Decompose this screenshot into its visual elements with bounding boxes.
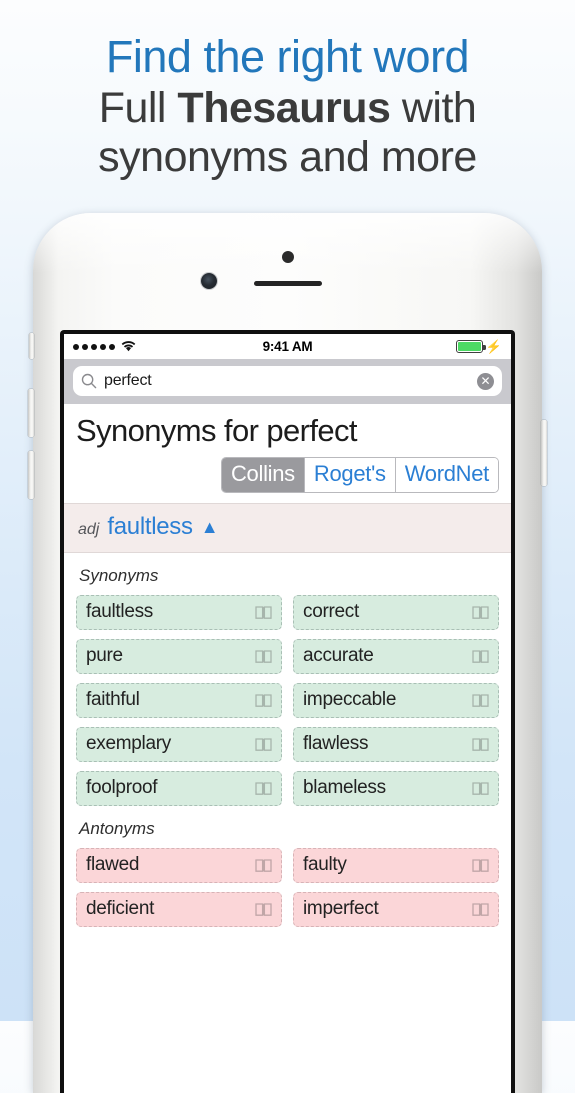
book-icon[interactable]: [255, 649, 272, 664]
front-camera-icon: [201, 273, 217, 289]
chip-label: blameless: [303, 777, 386, 799]
sense-headword: faultless: [107, 512, 193, 540]
book-icon[interactable]: [472, 858, 489, 873]
silent-switch-button[interactable]: [29, 333, 34, 359]
title-area: Synonyms for perfect: [64, 404, 511, 449]
synonyms-chip-grid: faultless correct pure accurate faithful…: [76, 594, 499, 806]
chip-label: accurate: [303, 645, 374, 667]
promo-headline: Find the right word Full Thesaurus with …: [0, 34, 575, 179]
search-input-value: perfect: [104, 372, 152, 389]
synonym-chip[interactable]: pure: [76, 638, 282, 674]
earpiece-speaker-icon: [253, 281, 322, 286]
sense-header[interactable]: adj faultless ▲: [64, 502, 511, 553]
antonyms-label: Antonyms: [79, 818, 155, 838]
synonym-chip[interactable]: faithful: [76, 682, 282, 718]
synonym-chip[interactable]: impeccable: [293, 682, 499, 718]
synonym-chip[interactable]: faultless: [76, 594, 282, 630]
book-icon[interactable]: [255, 737, 272, 752]
book-icon[interactable]: [472, 605, 489, 620]
synonym-chip[interactable]: foolproof: [76, 770, 282, 806]
antonyms-chip-grid: flawed faulty deficient imperfect: [76, 847, 499, 927]
book-icon[interactable]: [472, 693, 489, 708]
segmented-control: Collins Roget's WordNet: [220, 457, 499, 493]
synonym-chip[interactable]: flawless: [293, 726, 499, 762]
search-bar: perfect ✕: [64, 359, 511, 404]
synonyms-label: Synonyms: [79, 565, 159, 585]
book-icon[interactable]: [255, 781, 272, 796]
page-title: Synonyms for perfect: [76, 413, 358, 448]
chip-label: flawless: [303, 733, 369, 755]
chip-label: imperfect: [303, 898, 379, 920]
synonym-chip[interactable]: exemplary: [76, 726, 282, 762]
promo-line-3: synonyms and more: [98, 133, 477, 181]
chip-label: exemplary: [86, 733, 171, 755]
search-icon: [81, 373, 97, 389]
promo-line-2: Full Thesaurus with: [0, 87, 575, 130]
chip-label: deficient: [86, 898, 155, 920]
collapse-triangle-icon[interactable]: ▲: [201, 518, 219, 536]
chip-label: impeccable: [303, 689, 397, 711]
clear-icon[interactable]: ✕: [477, 372, 494, 390]
tab-collins[interactable]: Collins: [221, 458, 305, 492]
proximity-sensor-icon: [281, 251, 294, 263]
promo-line-2-pre: Full: [98, 84, 178, 132]
chip-label: faulty: [303, 854, 347, 876]
chip-label: flawed: [86, 854, 140, 876]
tab-wordnet[interactable]: WordNet: [395, 458, 498, 492]
synonym-chip[interactable]: correct: [293, 594, 499, 630]
book-icon[interactable]: [255, 693, 272, 708]
synonyms-section: Synonyms faultless correct pure accurate…: [64, 552, 511, 806]
screen-bezel: 9:41 AM ⚡ perfect ✕ Synonyms for perfect…: [60, 330, 515, 1093]
synonym-chip[interactable]: blameless: [293, 770, 499, 806]
volume-up-button[interactable]: [28, 389, 34, 437]
status-bar-clock: 9:41 AM: [262, 339, 313, 354]
book-icon[interactable]: [472, 902, 489, 917]
book-icon[interactable]: [255, 858, 272, 873]
book-icon[interactable]: [472, 737, 489, 752]
status-bar: 9:41 AM ⚡: [64, 334, 511, 359]
book-icon[interactable]: [472, 781, 489, 796]
book-icon[interactable]: [472, 649, 489, 664]
chip-label: faithful: [86, 689, 140, 711]
content-bottom-spacer: [76, 926, 499, 931]
battery-fill: [457, 342, 481, 351]
antonym-chip[interactable]: deficient: [76, 891, 282, 927]
chip-label: correct: [303, 601, 359, 623]
source-selector: Collins Roget's WordNet: [64, 448, 511, 503]
phone-screen: 9:41 AM ⚡ perfect ✕ Synonyms for perfect…: [64, 334, 511, 1093]
book-icon[interactable]: [255, 902, 272, 917]
power-button[interactable]: [541, 420, 547, 486]
phone-device-mockup: 9:41 AM ⚡ perfect ✕ Synonyms for perfect…: [28, 213, 547, 1093]
antonym-chip[interactable]: flawed: [76, 847, 282, 883]
part-of-speech-label: adj: [78, 520, 100, 538]
search-input[interactable]: perfect ✕: [73, 366, 502, 396]
device-top-sheen: [33, 213, 542, 273]
promo-line-2-post: with: [390, 84, 477, 132]
promo-line-2-bold: Thesaurus: [177, 84, 391, 132]
battery-full-icon: [455, 340, 486, 353]
synonym-chip[interactable]: accurate: [293, 638, 499, 674]
antonym-chip[interactable]: imperfect: [293, 891, 499, 927]
antonym-chip[interactable]: faulty: [293, 847, 499, 883]
tab-rogets[interactable]: Roget's: [304, 458, 396, 492]
chip-label: pure: [86, 645, 123, 667]
volume-down-button[interactable]: [28, 451, 34, 499]
antonyms-section: Antonyms flawed faulty deficient imperfe…: [64, 805, 511, 931]
chip-label: faultless: [86, 601, 154, 623]
chip-label: foolproof: [86, 777, 158, 799]
promo-line-1: Find the right word: [105, 31, 470, 82]
book-icon[interactable]: [255, 605, 272, 620]
